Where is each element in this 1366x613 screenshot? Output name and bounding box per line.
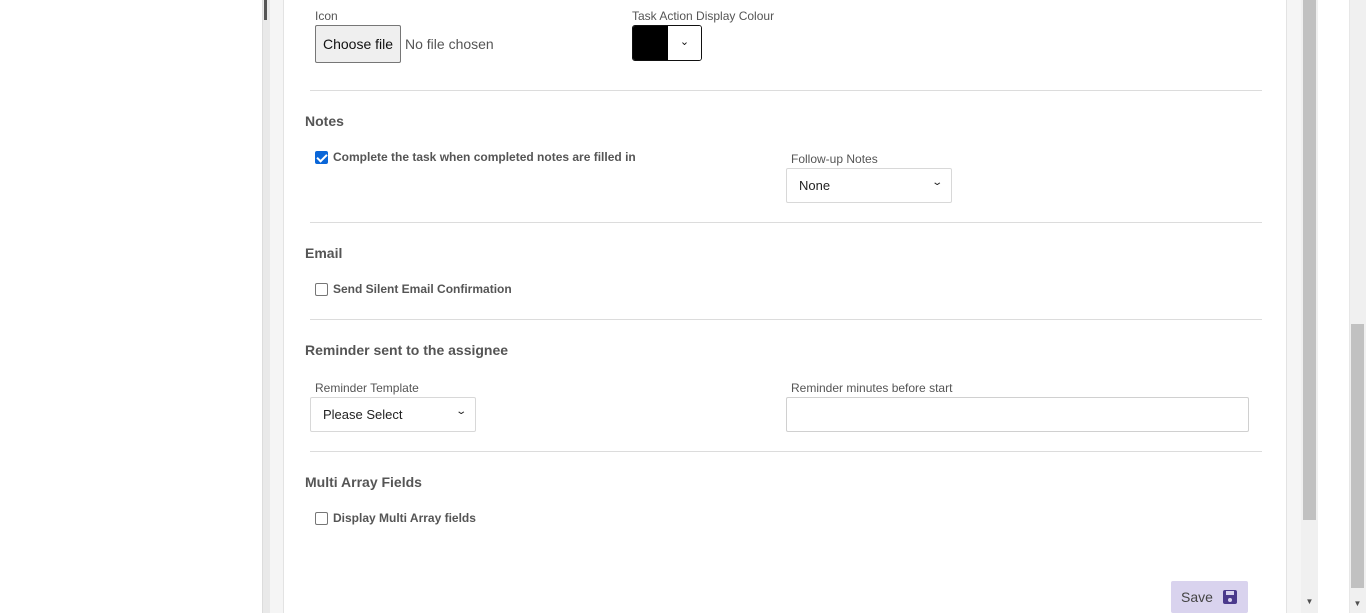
reminder-template-label: Reminder Template: [315, 381, 419, 395]
email-section-title: Email: [305, 245, 343, 261]
colour-picker[interactable]: ⌄: [632, 25, 702, 61]
followup-notes-select[interactable]: None ⌄: [786, 168, 952, 203]
divider: [310, 222, 1262, 223]
complete-notes-checkbox[interactable]: [315, 150, 328, 164]
file-status-text: No file chosen: [405, 36, 494, 52]
reminder-template-value: Please Select: [323, 407, 403, 422]
save-button-label: Save: [1181, 589, 1213, 605]
left-panel: [0, 0, 262, 613]
reminder-minutes-input[interactable]: [786, 397, 1249, 432]
multi-array-checkbox[interactable]: [315, 511, 328, 525]
icon-label: Icon: [315, 9, 338, 23]
divider: [310, 90, 1262, 91]
followup-notes-label: Follow-up Notes: [791, 152, 878, 166]
page-scrollbar-thumb[interactable]: [1351, 324, 1364, 588]
colour-swatch[interactable]: [633, 26, 668, 60]
chevron-down-icon: ⌄: [454, 406, 467, 417]
left-panel-scrollbar-thumb[interactable]: [264, 0, 267, 20]
followup-notes-value: None: [799, 178, 831, 193]
form-scrollbar-down-arrow[interactable]: ▼: [1303, 596, 1316, 608]
complete-notes-option[interactable]: Complete the task when completed notes a…: [315, 150, 636, 164]
notes-section-title: Notes: [305, 113, 344, 129]
form-scrollbar-thumb[interactable]: [1303, 0, 1316, 520]
colour-label: Task Action Display Colour: [632, 9, 775, 23]
multi-array-section-title: Multi Array Fields: [305, 474, 422, 490]
chevron-down-icon: ⌄: [930, 177, 943, 188]
left-panel-scrollbar[interactable]: [262, 0, 270, 613]
save-button[interactable]: Save: [1171, 581, 1248, 613]
content-gutter-right: [1286, 0, 1301, 613]
choose-file-button[interactable]: Choose file: [315, 25, 401, 63]
reminder-minutes-label: Reminder minutes before start: [791, 381, 953, 395]
silent-email-checkbox[interactable]: [315, 282, 328, 296]
complete-notes-label: Complete the task when completed notes a…: [333, 150, 636, 164]
multi-array-option[interactable]: Display Multi Array fields: [315, 511, 476, 525]
reminder-template-select[interactable]: Please Select ⌄: [310, 397, 476, 432]
silent-email-label: Send Silent Email Confirmation: [333, 282, 512, 296]
page-scrollbar-down-arrow[interactable]: ▼: [1351, 598, 1364, 610]
floppy-disk-icon: [1222, 590, 1237, 604]
chevron-down-icon[interactable]: ⌄: [668, 26, 701, 60]
divider: [310, 451, 1262, 452]
divider: [310, 319, 1262, 320]
reminder-section-title: Reminder sent to the assignee: [305, 342, 509, 358]
silent-email-option[interactable]: Send Silent Email Confirmation: [315, 282, 512, 296]
content-gutter-left: [270, 0, 284, 613]
multi-array-label: Display Multi Array fields: [333, 511, 476, 525]
